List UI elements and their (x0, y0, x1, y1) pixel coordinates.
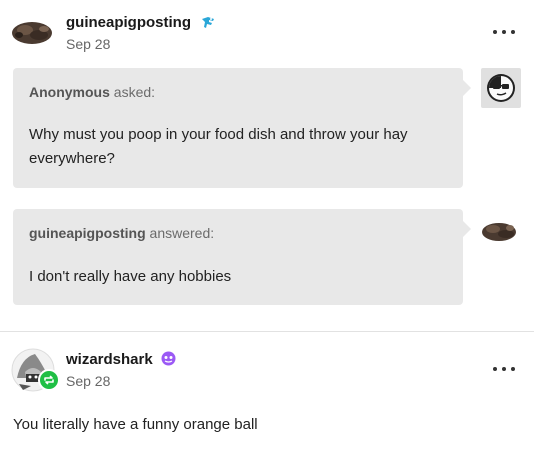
post-guineapigposting: guineapigposting Sep 28 Anonymous asked:… (0, 0, 534, 331)
post-header: guineapigposting Sep 28 (0, 0, 534, 60)
blog-name-link[interactable]: wizardshark (66, 351, 153, 368)
answered-label: answered: (149, 225, 215, 241)
guinea-pig-small-avatar[interactable] (481, 219, 517, 243)
reblog-badge (38, 369, 60, 391)
asked-label: asked: (113, 84, 156, 100)
purple-face-badge-icon[interactable] (160, 350, 177, 367)
ask-question: Why must you poop in your food dish and … (29, 126, 408, 167)
fish-badge-icon[interactable] (200, 14, 217, 31)
post-menu-button[interactable] (493, 25, 515, 39)
post-date[interactable]: Sep 28 (66, 373, 110, 389)
answer-text: I don't really have any hobbies (29, 268, 232, 285)
answer-bubble: guineapigposting answered: I don't reall… (13, 209, 471, 305)
post-header: wizardshark Sep 28 (0, 332, 534, 392)
post-wizardshark: wizardshark Sep 28 You literally have a … (0, 331, 534, 456)
ask-bubble: Anonymous asked: Why must you poop in yo… (13, 68, 471, 188)
blog-name-link[interactable]: guineapigposting (66, 14, 191, 31)
anonymous-avatar (481, 68, 521, 108)
post-date[interactable]: Sep 28 (66, 36, 110, 52)
post-menu-button[interactable] (493, 362, 515, 376)
reblog-icon (44, 375, 54, 385)
asker-name: Anonymous (29, 84, 110, 100)
asker-line: Anonymous asked: (29, 84, 155, 100)
post-body-text: You literally have a funny orange ball (13, 416, 258, 433)
guinea-pig-avatar[interactable] (11, 18, 53, 46)
answerer-name[interactable]: guineapigposting (29, 225, 146, 241)
sunglasses-face-icon (487, 74, 515, 102)
answerer-line: guineapigposting answered: (29, 225, 214, 241)
